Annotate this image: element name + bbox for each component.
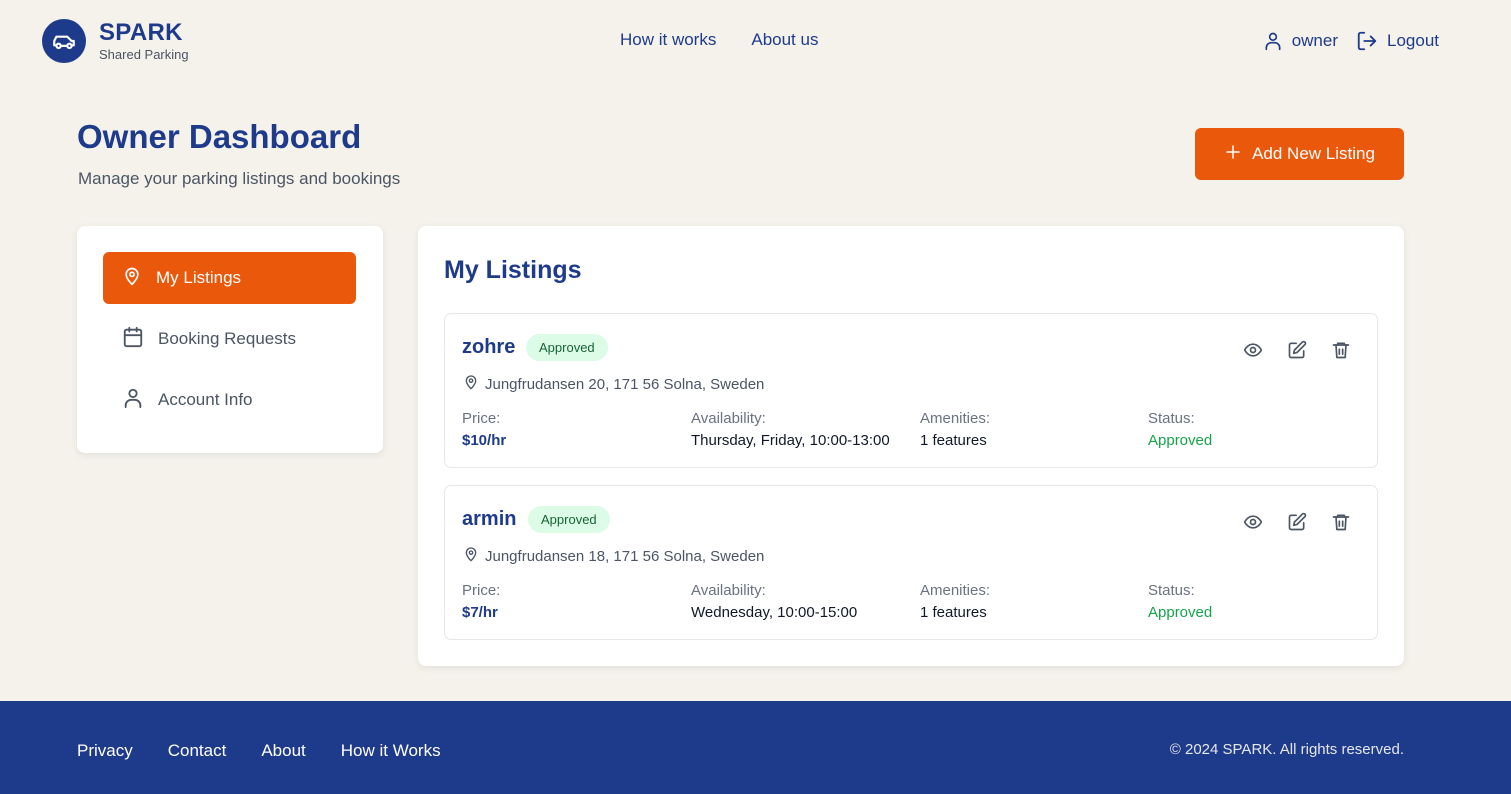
address-text: Jungfrudansen 18, 171 56 Solna, Sweden: [485, 547, 765, 565]
brand-title: SPARK: [99, 19, 183, 46]
availability-field: Availability: Wednesday, 10:00-15:00: [691, 582, 857, 622]
amenities-field: Amenities: 1 features: [920, 582, 990, 622]
status-badge: Approved: [526, 334, 608, 361]
amenities-value: 1 features: [920, 432, 987, 449]
price-field: Price: $7/hr: [462, 582, 500, 622]
main-nav: How it works About us: [620, 30, 818, 50]
listing-address: Jungfrudansen 20, 171 56 Solna, Sweden: [463, 373, 764, 395]
page-subtitle: Manage your parking listings and booking…: [78, 169, 401, 188]
amenities-value: 1 features: [920, 604, 987, 621]
price-value: $10/hr: [462, 432, 507, 449]
sidebar: My Listings Booking Requests Account Inf…: [77, 226, 383, 453]
price-value: $7/hr: [462, 604, 498, 621]
plus-icon: [1224, 143, 1242, 166]
page-title: Owner Dashboard: [77, 118, 362, 155]
listing-actions: [1243, 340, 1351, 360]
status-field: Status: Approved: [1148, 582, 1212, 622]
amenities-label: Amenities:: [920, 582, 991, 599]
trash-icon[interactable]: [1331, 340, 1351, 360]
listing-name: armin: [462, 508, 517, 530]
map-pin-icon: [463, 545, 479, 567]
user-profile-link[interactable]: owner: [1263, 30, 1338, 52]
user-icon: [122, 387, 144, 414]
status-value: Approved: [1148, 604, 1213, 621]
user-name: owner: [1291, 31, 1338, 50]
edit-icon[interactable]: [1287, 340, 1307, 360]
sidebar-item-booking-requests[interactable]: Booking Requests: [103, 313, 356, 365]
user-area: owner Logout: [1263, 30, 1439, 52]
status-badge: Approved: [528, 506, 610, 533]
price-label: Price:: [462, 410, 501, 427]
amenities-label: Amenities:: [920, 410, 991, 427]
footer-link-contact[interactable]: Contact: [168, 741, 227, 761]
brand-subtitle: Shared Parking: [99, 47, 189, 62]
status-label: Status:: [1148, 410, 1195, 427]
sidebar-item-label: Booking Requests: [158, 329, 296, 348]
logout-button[interactable]: Logout: [1356, 30, 1439, 52]
map-pin-icon: [463, 373, 479, 395]
amenities-field: Amenities: 1 features: [920, 410, 990, 450]
car-icon: [42, 19, 86, 63]
listing-address: Jungfrudansen 18, 171 56 Solna, Sweden: [463, 545, 764, 567]
add-new-listing-label: Add New Listing: [1252, 144, 1375, 163]
listing-name: zohre: [462, 336, 516, 358]
status-label: Status:: [1148, 582, 1195, 599]
footer-link-how-it-works[interactable]: How it Works: [341, 741, 441, 761]
availability-value: Wednesday, 10:00-15:00: [691, 604, 858, 621]
availability-value: Thursday, Friday, 10:00-13:00: [691, 432, 890, 449]
status-value: Approved: [1148, 432, 1213, 449]
map-pin-icon: [122, 265, 142, 292]
footer: Privacy Contact About How it Works © 202…: [0, 701, 1511, 794]
logo[interactable]: SPARK Shared Parking: [42, 19, 189, 63]
availability-label: Availability:: [691, 410, 766, 427]
trash-icon[interactable]: [1331, 512, 1351, 532]
footer-links: Privacy Contact About How it Works: [77, 741, 441, 761]
sidebar-item-label: Account Info: [158, 390, 253, 409]
status-field: Status: Approved: [1148, 410, 1212, 450]
listing-card: zohre Approved Jungfrudansen 20, 171 56 …: [444, 313, 1378, 468]
sidebar-item-label: My Listings: [156, 268, 242, 287]
edit-icon[interactable]: [1287, 512, 1307, 532]
sidebar-item-account-info[interactable]: Account Info: [103, 374, 356, 426]
view-eye-icon[interactable]: [1243, 340, 1263, 360]
footer-link-about[interactable]: About: [261, 741, 305, 761]
address-text: Jungfrudansen 20, 171 56 Solna, Sweden: [485, 375, 765, 393]
listing-card: armin Approved Jungfrudansen 18, 171 56 …: [444, 485, 1378, 640]
sidebar-item-my-listings[interactable]: My Listings: [103, 252, 356, 304]
listing-actions: [1243, 512, 1351, 532]
copyright: © 2024 SPARK. All rights reserved.: [1169, 741, 1404, 758]
view-eye-icon[interactable]: [1243, 512, 1263, 532]
logout-label: Logout: [1387, 31, 1439, 50]
header: SPARK Shared Parking How it works About …: [0, 0, 1511, 84]
availability-field: Availability: Thursday, Friday, 10:00-13…: [691, 410, 890, 450]
add-new-listing-button[interactable]: Add New Listing: [1195, 128, 1404, 180]
listings-panel: My Listings zohre Approved Jungfrudansen…: [418, 226, 1404, 666]
availability-label: Availability:: [691, 582, 766, 599]
nav-how-it-works[interactable]: How it works: [620, 30, 716, 50]
calendar-icon: [122, 326, 144, 353]
footer-link-privacy[interactable]: Privacy: [77, 741, 133, 761]
logout-icon: [1356, 30, 1378, 52]
nav-about-us[interactable]: About us: [751, 30, 818, 50]
user-icon: [1263, 30, 1283, 52]
price-field: Price: $10/hr: [462, 410, 506, 450]
listings-title: My Listings: [444, 256, 582, 284]
price-label: Price:: [462, 582, 501, 599]
